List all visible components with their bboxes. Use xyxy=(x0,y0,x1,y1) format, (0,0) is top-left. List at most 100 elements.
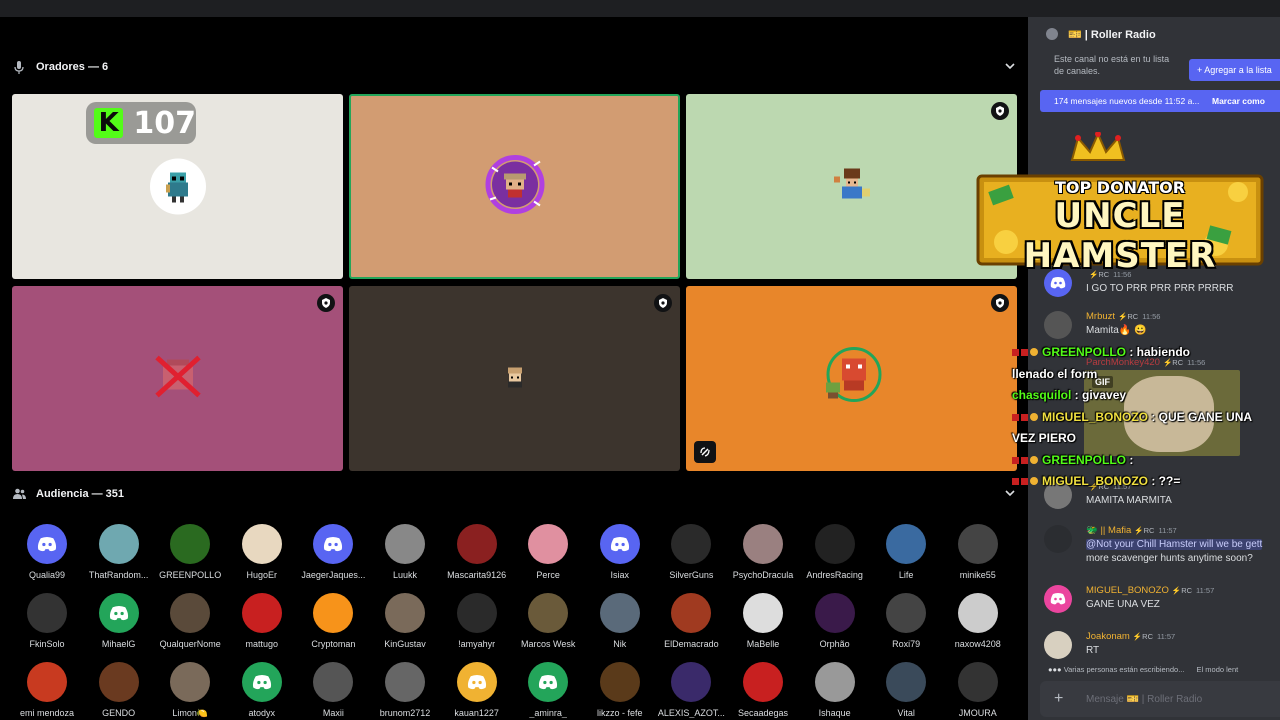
speaker-tile-4[interactable] xyxy=(12,286,343,471)
author-name[interactable]: MIGUEL_BONOZO xyxy=(1086,585,1169,596)
audience-member[interactable]: Perce xyxy=(512,524,584,580)
audience-member[interactable]: Orphão xyxy=(799,593,871,649)
overlay-message-text: llenado el form xyxy=(1012,366,1098,381)
audience-member[interactable]: kauan1227 xyxy=(441,662,513,718)
timestamp: 11:57 xyxy=(1157,632,1176,641)
chat-header: 🎫 | Roller Radio xyxy=(1028,17,1280,51)
audience-member[interactable]: mattugo xyxy=(226,593,298,649)
chat-message[interactable]: Joakonam ⚡RC 11:57 RT xyxy=(1044,631,1280,661)
audience-member[interactable]: MihaelG xyxy=(83,593,155,649)
chevron-down-icon[interactable] xyxy=(1004,60,1016,72)
audience-member[interactable]: Life xyxy=(870,524,942,580)
audience-member[interactable]: Qualia99 xyxy=(11,524,83,580)
audience-member[interactable]: Ishaque xyxy=(799,662,871,718)
muted-avatar xyxy=(151,353,205,404)
audience-name: Life xyxy=(898,570,914,580)
audience-name: PsychoDracula xyxy=(732,570,794,580)
message-text: I GO TO PRR PRR PRR PRRRR xyxy=(1086,283,1234,294)
audience-member[interactable]: emi mendoza xyxy=(11,662,83,718)
audience-avatar xyxy=(170,662,211,702)
audience-avatar xyxy=(814,524,855,564)
audience-member[interactable]: GENDO xyxy=(83,662,155,718)
audience-name: minike55 xyxy=(959,570,996,580)
audience-member[interactable]: Marcos Wesk xyxy=(512,593,584,649)
message-author: MIGUEL_BONOZO ⚡RC 11:57 xyxy=(1086,585,1214,596)
audience-name: AndresRacing xyxy=(806,570,863,580)
audience-member[interactable]: atodyx xyxy=(226,662,298,718)
audience-avatar xyxy=(170,593,211,633)
audience-name: Limon🍋 xyxy=(172,708,209,718)
speaker-tile-3[interactable] xyxy=(686,94,1017,279)
audience-member[interactable]: PsychoDracula xyxy=(727,524,799,580)
new-messages-bar[interactable]: 174 mensajes nuevos desde 11:52 a... Mar… xyxy=(1040,90,1280,112)
audience-name: atodyx xyxy=(248,708,276,718)
audience-member[interactable]: QualquerNome xyxy=(154,593,226,649)
audience-member[interactable]: JaegerJaques... xyxy=(297,524,369,580)
overlay-message-text: : ??= xyxy=(1148,474,1181,488)
timestamp: 11:57 xyxy=(1196,586,1215,595)
mark-as-read-button[interactable]: Marcar como xyxy=(1212,96,1265,106)
add-attachment-icon[interactable]: + xyxy=(1054,691,1070,707)
audience-member[interactable]: !amyahyr xyxy=(441,593,513,649)
channel-notice-text: Este canal no está en tu lista de canale… xyxy=(1054,54,1170,76)
overlay-message-text: : QUE GANE UNA xyxy=(1148,409,1253,424)
audience-member[interactable]: naxow4208 xyxy=(942,593,1014,649)
audience-member[interactable]: JMOURA xyxy=(942,662,1014,718)
author-name[interactable]: Mrbuzt xyxy=(1086,311,1115,322)
audience-member[interactable]: likzzo - fefe xyxy=(584,662,656,718)
audience-name: _aminra_ xyxy=(529,708,567,718)
audience-name: ElDemacrado xyxy=(664,639,719,649)
audience-name: Cryptoman xyxy=(311,639,356,649)
audience-member[interactable]: HugoEr xyxy=(226,524,298,580)
audience-member[interactable]: Vital xyxy=(870,662,942,718)
speaker-tile-5[interactable] xyxy=(349,286,680,471)
audience-name: Ishaque xyxy=(818,708,851,718)
audience-avatar xyxy=(385,524,425,564)
discord-default-avatar-icon xyxy=(241,662,282,702)
speakers-header[interactable]: Oradores — 6 xyxy=(12,57,1022,77)
audience-avatar xyxy=(528,593,569,633)
audience-member[interactable]: GREENPOLLO xyxy=(154,524,226,580)
audience-name: GREENPOLLO xyxy=(159,570,222,580)
audience-member[interactable]: ALEXIS_AZOT... xyxy=(655,662,727,718)
user-avatar xyxy=(1044,631,1072,659)
audience-member[interactable]: Isiax xyxy=(584,524,656,580)
audience-name: Maxii xyxy=(322,708,344,718)
audience-member[interactable]: AndresRacing xyxy=(799,524,871,580)
speaker-tile-1[interactable]: K 107 xyxy=(12,94,343,279)
audience-avatar xyxy=(456,593,497,633)
mention-text[interactable]: @Not your Chill Hamster will we be gett xyxy=(1086,539,1263,550)
audience-member[interactable]: KinGustav xyxy=(369,593,441,649)
speaker-tile-2[interactable] xyxy=(349,94,680,279)
author-name[interactable]: Joakonam xyxy=(1086,631,1130,642)
chat-message[interactable]: 🐲 || Mafia ⚡RC 11:57 @Not your Chill Hamst… xyxy=(1044,525,1280,569)
add-to-list-button[interactable]: + Agregar a la lista xyxy=(1189,59,1280,81)
audience-member[interactable]: minike55 xyxy=(942,524,1014,580)
audience-member[interactable]: Nik xyxy=(584,593,656,649)
audience-member[interactable]: ElDemacrado xyxy=(655,593,727,649)
audience-member[interactable]: Roxi79 xyxy=(870,593,942,649)
chat-message[interactable]: MIGUEL_BONOZO ⚡RC 11:57 GANE UNA VEZ xyxy=(1044,585,1280,615)
audience-avatar xyxy=(27,662,67,702)
audience-member[interactable]: brunom2712 xyxy=(369,662,441,718)
audience-member[interactable]: SilverGuns xyxy=(655,524,727,580)
audience-member[interactable]: Limon🍋 xyxy=(154,662,226,719)
audience-header[interactable]: Audiencia — 351 xyxy=(12,484,1022,504)
audience-member[interactable]: ThatRandom... xyxy=(83,524,155,580)
audience-member[interactable]: MaBelle xyxy=(727,593,799,649)
audience-member[interactable]: Mascarita9126 xyxy=(441,524,513,580)
audience-name: JaegerJaques... xyxy=(301,570,366,580)
audience-member[interactable]: Secaadegas xyxy=(727,662,799,718)
audience-member[interactable]: _aminra_ xyxy=(512,662,584,718)
audience-member[interactable]: Luukk xyxy=(369,524,441,580)
audience-member[interactable]: FkinSolo xyxy=(11,593,83,649)
message-composer[interactable]: + Mensaje 🎫 | Roller Radio xyxy=(1040,681,1280,717)
speaker-tile-6[interactable] xyxy=(686,286,1017,471)
audience-member[interactable]: Cryptoman xyxy=(297,593,369,649)
audience-name: ALEXIS_AZOT... xyxy=(657,708,725,718)
audience-avatar xyxy=(599,662,640,702)
chat-message[interactable]: Mrbuzt ⚡RC 11:56 Mamita🔥 😀 xyxy=(1044,311,1280,341)
author-name[interactable]: 🐲 || Mafia xyxy=(1086,525,1131,536)
deafened-icon xyxy=(694,441,716,463)
audience-member[interactable]: Maxii xyxy=(297,662,369,718)
